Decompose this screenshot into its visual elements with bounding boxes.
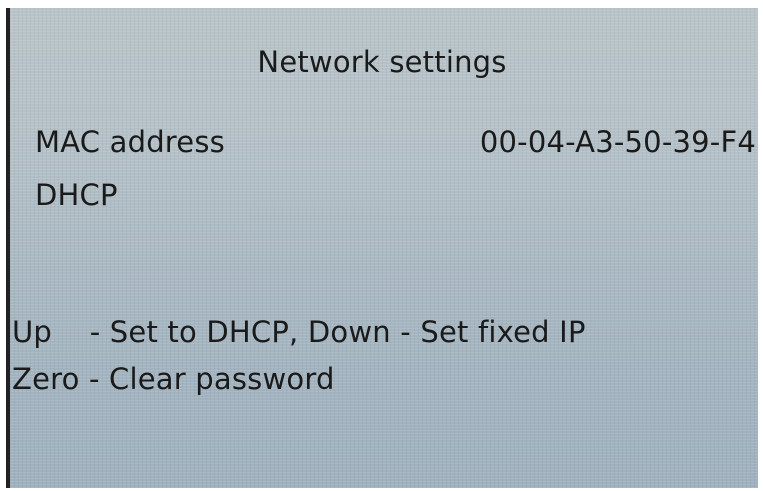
dhcp-label: DHCP	[35, 178, 118, 212]
screen-title: Network settings	[257, 45, 507, 79]
hint-up-down: Up - Set to DHCP, Down - Set fixed IP	[12, 315, 586, 349]
mac-address-label: MAC address	[35, 125, 225, 159]
hint-zero: Zero - Clear password	[12, 362, 335, 396]
display-left-edge	[6, 8, 10, 488]
lcd-display: Network settings MAC address 00-04-A3-50…	[6, 8, 758, 488]
mac-address-value: 00-04-A3-50-39-F4	[479, 125, 756, 159]
